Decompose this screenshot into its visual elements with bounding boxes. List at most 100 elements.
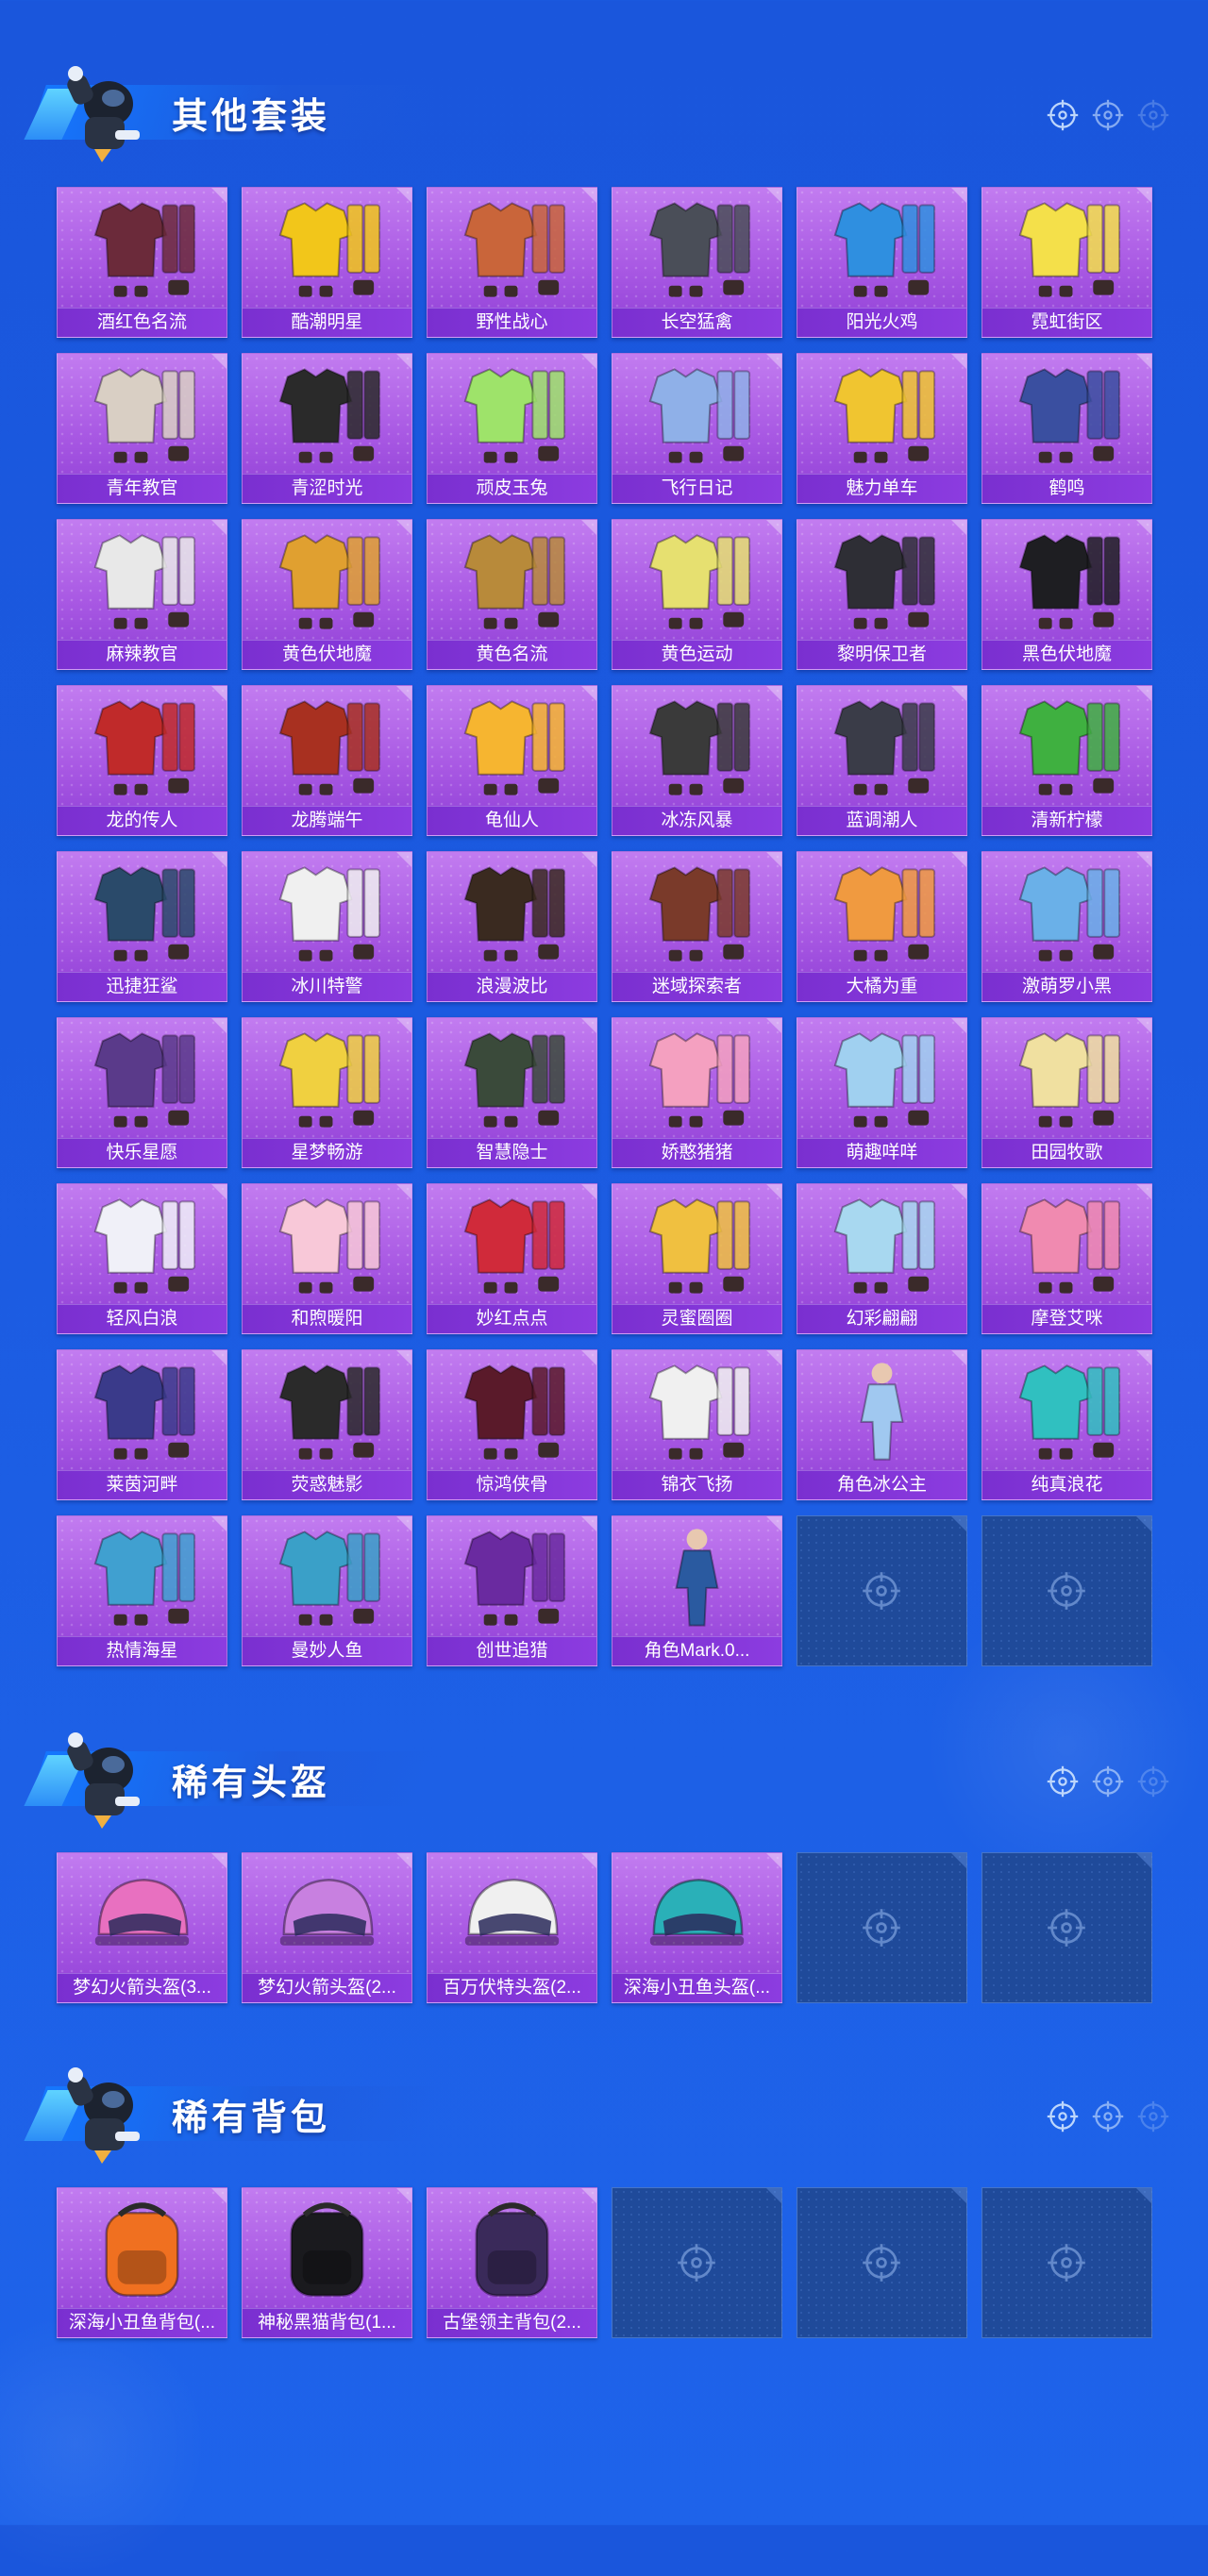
item-label: 龟仙人: [428, 806, 596, 835]
item-card[interactable]: 龙的传人: [57, 685, 227, 836]
item-card[interactable]: 野性战心: [427, 187, 597, 338]
item-card[interactable]: 纯真浪花: [982, 1349, 1152, 1500]
item-card[interactable]: 智慧隐士: [427, 1017, 597, 1168]
item-card[interactable]: 迅捷狂鲨: [57, 851, 227, 1002]
outfit-icon: [76, 1190, 208, 1301]
item-card[interactable]: 蓝调潮人: [797, 685, 967, 836]
item-card[interactable]: 龟仙人: [427, 685, 597, 836]
item-label: 古堡领主背包(2...: [428, 2308, 596, 2337]
item-card[interactable]: 顽皮玉兔: [427, 353, 597, 504]
outfit-icon: [261, 692, 393, 803]
item-card[interactable]: 龙腾端午: [242, 685, 412, 836]
item-card[interactable]: 阳光火鸡: [797, 187, 967, 338]
figure-icon: [631, 1522, 763, 1633]
item-card[interactable]: 古堡领主背包(2...: [427, 2187, 597, 2338]
item-label: 创世追猎: [428, 1636, 596, 1665]
item-card[interactable]: 角色冰公主: [797, 1349, 967, 1500]
item-label: 蓝调潮人: [797, 806, 966, 835]
outfit-icon: [816, 193, 948, 305]
outfit-icon: [1001, 360, 1132, 471]
item-label: 浪漫波比: [428, 972, 596, 1001]
outfit-icon: [261, 1356, 393, 1467]
item-card[interactable]: 青年教官: [57, 353, 227, 504]
item-card[interactable]: 深海小丑鱼背包(...: [57, 2187, 227, 2338]
item-label: 快乐星愿: [58, 1138, 226, 1167]
item-card[interactable]: 酷潮明星: [242, 187, 412, 338]
item-card[interactable]: 星梦畅游: [242, 1017, 412, 1168]
item-card[interactable]: 飞行日记: [612, 353, 782, 504]
item-card[interactable]: 娇憨猪猪: [612, 1017, 782, 1168]
item-card[interactable]: 梦幻火箭头盔(3...: [57, 1852, 227, 2003]
item-card[interactable]: 惊鸿侠骨: [427, 1349, 597, 1500]
item-card[interactable]: 荧惑魅影: [242, 1349, 412, 1500]
outfit-icon: [446, 858, 578, 969]
item-label: 龙腾端午: [243, 806, 411, 835]
backpack-icon: [261, 2194, 393, 2305]
outfit-icon: [446, 1024, 578, 1135]
item-card[interactable]: 摩登艾咪: [982, 1183, 1152, 1334]
outfit-icon: [446, 1190, 578, 1301]
item-card[interactable]: 曼妙人鱼: [242, 1515, 412, 1666]
item-card[interactable]: 麻辣教官: [57, 519, 227, 670]
outfit-icon: [446, 1522, 578, 1633]
item-card[interactable]: 幻彩翩翩: [797, 1183, 967, 1334]
item-card[interactable]: 激萌罗小黑: [982, 851, 1152, 1002]
item-label: 深海小丑鱼头盔(...: [612, 1973, 781, 2002]
item-label: 热情海星: [58, 1636, 226, 1665]
item-card[interactable]: 黄色伏地魔: [242, 519, 412, 670]
item-label: 百万伏特头盔(2...: [428, 1973, 596, 2002]
outfit-icon: [1001, 1024, 1132, 1135]
item-card[interactable]: 轻风白浪: [57, 1183, 227, 1334]
section-title: 稀有头盔: [172, 1764, 331, 1803]
item-card[interactable]: 锦衣飞扬: [612, 1349, 782, 1500]
item-card[interactable]: 迷域探索者: [612, 851, 782, 1002]
item-label: 激萌罗小黑: [982, 972, 1151, 1001]
outfit-icon: [76, 193, 208, 305]
outfit-icon: [1001, 692, 1132, 803]
item-card[interactable]: 田园牧歌: [982, 1017, 1152, 1168]
item-label: 麻辣教官: [58, 640, 226, 669]
item-card[interactable]: 百万伏特头盔(2...: [427, 1852, 597, 2003]
target-icon: [1046, 98, 1080, 132]
item-card[interactable]: 黄色运动: [612, 519, 782, 670]
item-label: 野性战心: [428, 308, 596, 337]
item-card[interactable]: 深海小丑鱼头盔(...: [612, 1852, 782, 2003]
item-card[interactable]: 快乐星愿: [57, 1017, 227, 1168]
item-card[interactable]: 和煦暖阳: [242, 1183, 412, 1334]
item-card[interactable]: 鹤鸣: [982, 353, 1152, 504]
item-card[interactable]: 黎明保卫者: [797, 519, 967, 670]
outfit-icon: [631, 858, 763, 969]
item-label: 娇憨猪猪: [612, 1138, 781, 1167]
item-label: 莱茵河畔: [58, 1470, 226, 1499]
item-card[interactable]: 长空猛禽: [612, 187, 782, 338]
item-label: 冰川特警: [243, 972, 411, 1001]
header-target-decoration: [1046, 1765, 1170, 1798]
item-card[interactable]: 灵蜜圈圈: [612, 1183, 782, 1334]
item-card[interactable]: 黑色伏地魔: [982, 519, 1152, 670]
outfit-icon: [1001, 193, 1132, 305]
background-orb: [0, 2312, 208, 2576]
item-card[interactable]: 神秘黑猫背包(1...: [242, 2187, 412, 2338]
item-card[interactable]: 莱茵河畔: [57, 1349, 227, 1500]
item-label: 长空猛禽: [612, 308, 781, 337]
item-card[interactable]: 角色Mark.0...: [612, 1515, 782, 1666]
item-card[interactable]: 酒红色名流: [57, 187, 227, 338]
item-label: 田园牧歌: [982, 1138, 1151, 1167]
item-card[interactable]: 清新柠檬: [982, 685, 1152, 836]
item-card[interactable]: 梦幻火箭头盔(2...: [242, 1852, 412, 2003]
item-card[interactable]: 浪漫波比: [427, 851, 597, 1002]
item-card[interactable]: 热情海星: [57, 1515, 227, 1666]
item-card[interactable]: 冰冻风暴: [612, 685, 782, 836]
item-card[interactable]: 创世追猎: [427, 1515, 597, 1666]
section-header-rare-backpacks: 稀有背包: [24, 2062, 1170, 2166]
header-target-decoration: [1046, 98, 1170, 132]
item-card[interactable]: 青涩时光: [242, 353, 412, 504]
item-card[interactable]: 冰川特警: [242, 851, 412, 1002]
item-card[interactable]: 妙红点点: [427, 1183, 597, 1334]
item-card[interactable]: 魅力单车: [797, 353, 967, 504]
item-card[interactable]: 黄色名流: [427, 519, 597, 670]
item-card[interactable]: 萌趣咩咩: [797, 1017, 967, 1168]
item-card[interactable]: 大橘为重: [797, 851, 967, 1002]
target-icon: [861, 2242, 902, 2283]
item-card[interactable]: 霓虹街区: [982, 187, 1152, 338]
